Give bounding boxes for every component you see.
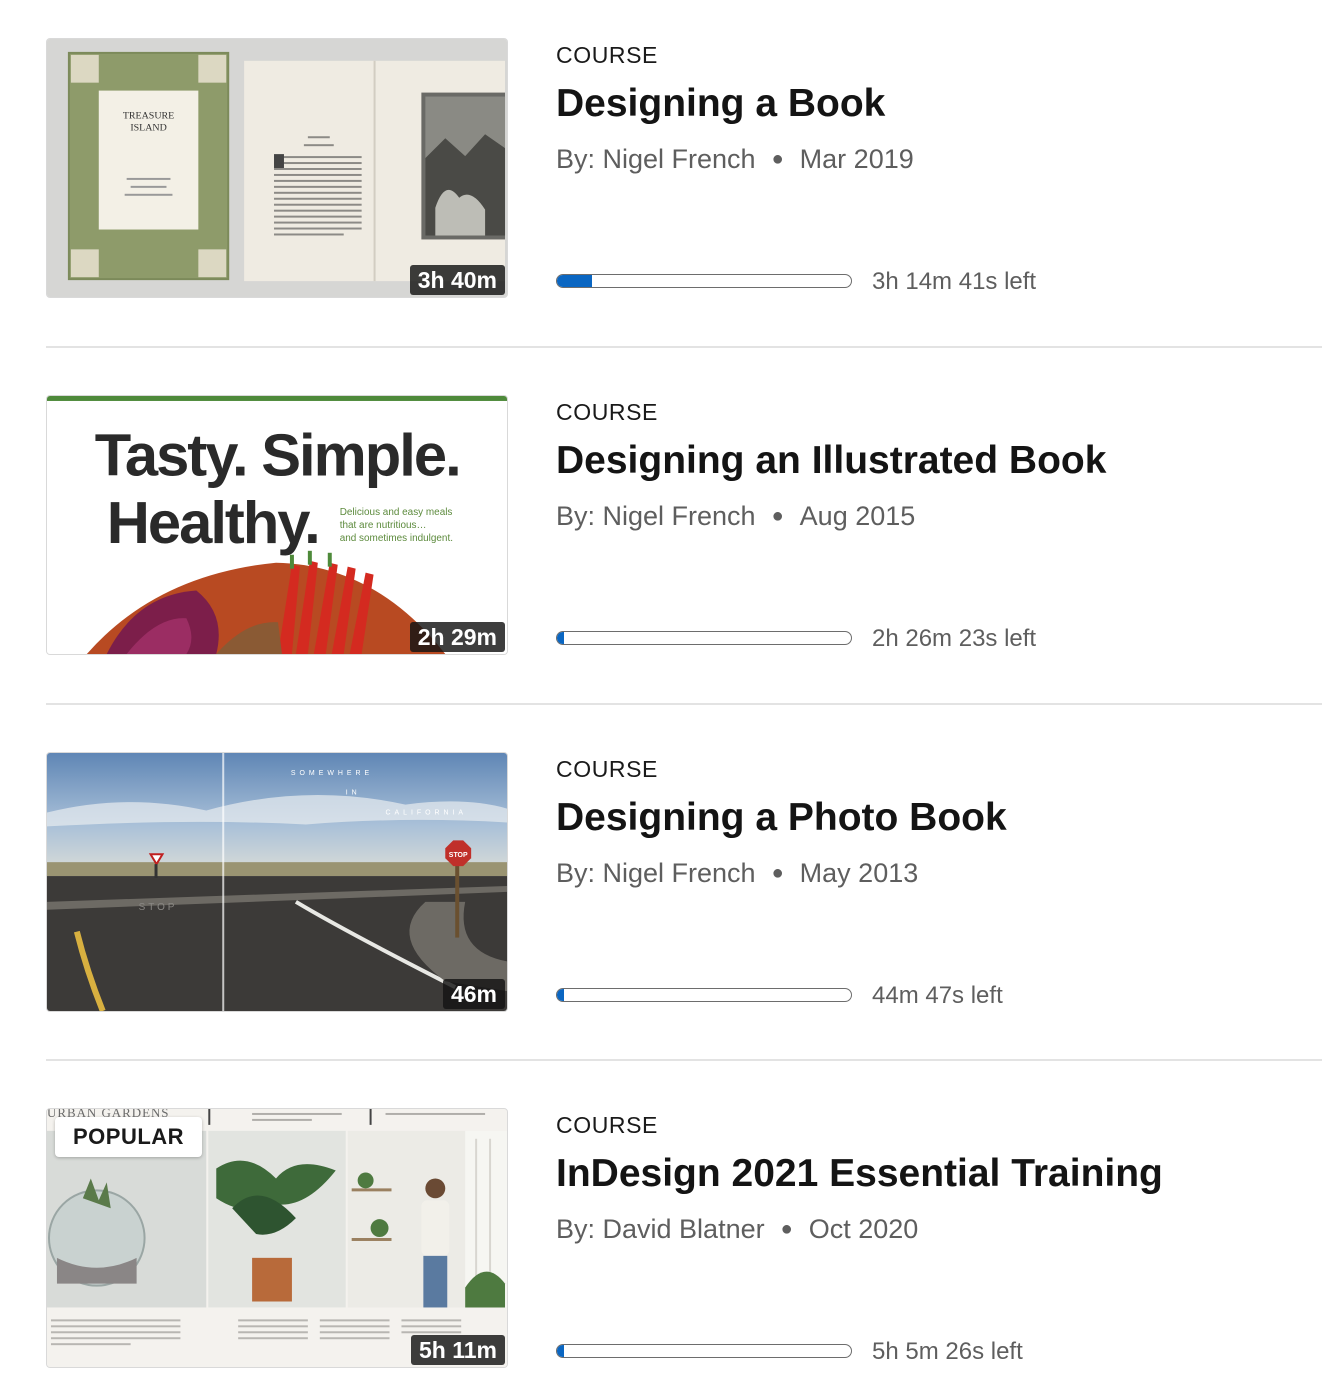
course-info: COURSE Designing a Book By: Nigel French…	[556, 38, 1316, 300]
cover-title-line1: TREASURE	[123, 110, 174, 121]
tagline-line3: and sometimes indulgent.	[340, 533, 453, 544]
content-type-label: COURSE	[556, 399, 659, 425]
course-card[interactable]: STOP STOP SOMEWHERE IN CALIFORNIA 46m CO…	[46, 752, 1322, 1014]
divider	[46, 1059, 1322, 1061]
progress-bar	[556, 988, 852, 1002]
divider	[46, 346, 1322, 348]
content-type-label: COURSE	[556, 1112, 659, 1138]
progress-fill	[557, 989, 565, 1001]
cookbook-image: Tasty. Simple. Healthy. Delicious and ea…	[47, 396, 507, 654]
road-marking-text: STOP	[139, 902, 178, 913]
progress-row: 5h 5m 26s left	[556, 1338, 1316, 1366]
cover-title-line2: ISLAND	[130, 122, 166, 133]
course-info: COURSE InDesign 2021 Essential Training …	[556, 1108, 1316, 1370]
course-thumbnail[interactable]: Tasty. Simple. Healthy. Delicious and ea…	[46, 395, 508, 655]
course-meta: By: Nigel French ● Mar 2019	[556, 144, 914, 175]
progress-bar	[556, 1344, 852, 1358]
headline-line2: Healthy.	[107, 489, 319, 556]
course-author: By: Nigel French	[556, 144, 756, 174]
progress-bar	[556, 274, 852, 288]
course-meta: By: Nigel French ● May 2013	[556, 858, 918, 889]
content-type-label: COURSE	[556, 42, 659, 68]
divider	[46, 703, 1322, 705]
course-thumbnail[interactable]: URBAN GARDENS POPULAR 5h 11m	[46, 1108, 508, 1368]
stop-sign-text: STOP	[449, 852, 468, 859]
course-thumbnail[interactable]: TREASURE ISLAND 3h 40m	[46, 38, 508, 298]
course-author: By: Nigel French	[556, 858, 756, 888]
course-title[interactable]: Designing a Photo Book	[556, 796, 1007, 840]
progress-row: 2h 26m 23s left	[556, 625, 1316, 653]
course-author: By: Nigel French	[556, 501, 756, 531]
course-title[interactable]: Designing a Book	[556, 82, 885, 126]
overlay-line2: IN	[346, 790, 361, 797]
course-title[interactable]: InDesign 2021 Essential Training	[556, 1152, 1163, 1196]
tagline-line1: Delicious and easy meals	[340, 507, 453, 518]
progress-bar	[556, 631, 852, 645]
overlay-line3: CALIFORNIA	[386, 810, 468, 817]
progress-row: 44m 47s left	[556, 982, 1316, 1010]
tagline-line2: that are nutritious…	[340, 520, 427, 531]
course-thumbnail[interactable]: STOP STOP SOMEWHERE IN CALIFORNIA 46m	[46, 752, 508, 1012]
separator-dot: ●	[771, 862, 784, 884]
time-left: 44m 47s left	[872, 982, 1003, 1009]
course-date: Oct 2020	[808, 1214, 919, 1244]
separator-dot: ●	[771, 148, 784, 170]
duration-badge: 46m	[442, 979, 505, 1009]
duration-badge: 5h 11m	[411, 1335, 505, 1365]
book-spread-image: TREASURE ISLAND	[47, 39, 507, 297]
separator-dot: ●	[771, 505, 784, 527]
overlay-line1: SOMEWHERE	[291, 770, 373, 777]
course-card[interactable]: TREASURE ISLAND 3h 40m COURSE Designing …	[46, 38, 1322, 300]
course-date: Aug 2015	[799, 501, 916, 531]
course-date: May 2013	[799, 858, 919, 888]
time-left: 2h 26m 23s left	[872, 625, 1037, 652]
course-meta: By: Nigel French ● Aug 2015	[556, 501, 915, 532]
duration-badge: 2h 29m	[409, 622, 505, 652]
content-type-label: COURSE	[556, 756, 659, 782]
course-card[interactable]: Tasty. Simple. Healthy. Delicious and ea…	[46, 395, 1322, 657]
progress-fill	[557, 275, 593, 287]
course-info: COURSE Designing a Photo Book By: Nigel …	[556, 752, 1316, 1014]
headline-line1: Tasty. Simple.	[95, 421, 460, 488]
road-photo-image: STOP STOP SOMEWHERE IN CALIFORNIA	[47, 753, 507, 1011]
course-title[interactable]: Designing an Illustrated Book	[556, 439, 1106, 483]
course-date: Mar 2019	[799, 144, 914, 174]
duration-badge: 3h 40m	[409, 265, 505, 295]
progress-fill	[557, 632, 565, 644]
separator-dot: ●	[780, 1218, 793, 1240]
progress-row: 3h 14m 41s left	[556, 268, 1316, 296]
course-author: By: David Blatner	[556, 1214, 765, 1244]
course-info: COURSE Designing an Illustrated Book By:…	[556, 395, 1316, 657]
popular-badge: POPULAR	[55, 1117, 203, 1157]
course-meta: By: David Blatner ● Oct 2020	[556, 1214, 918, 1245]
progress-fill	[557, 1345, 565, 1357]
time-left: 5h 5m 26s left	[872, 1338, 1023, 1365]
time-left: 3h 14m 41s left	[872, 268, 1037, 295]
course-card[interactable]: URBAN GARDENS POPULAR 5h 11m COURSE InDe…	[46, 1108, 1322, 1370]
